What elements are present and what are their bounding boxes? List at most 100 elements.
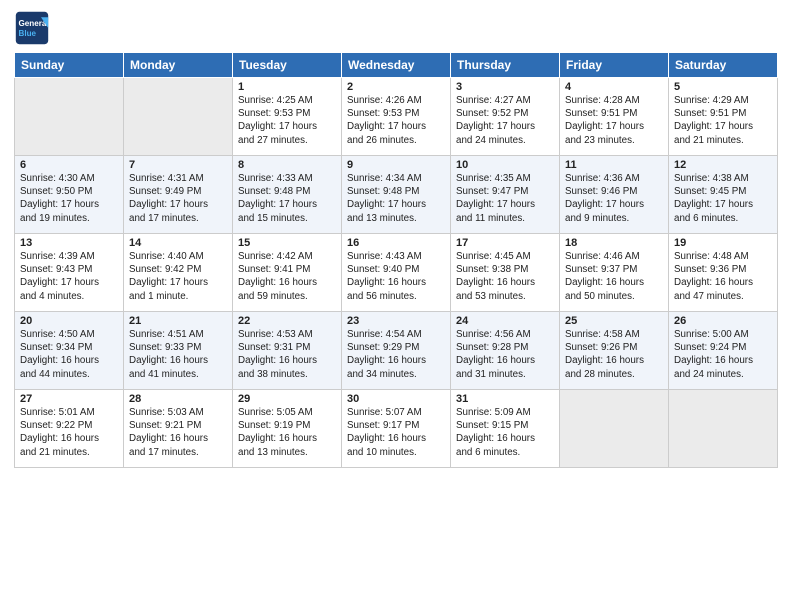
calendar-cell	[669, 390, 778, 468]
day-number: 30	[347, 393, 445, 405]
day-info: Sunrise: 5:09 AM Sunset: 9:15 PM Dayligh…	[456, 406, 554, 459]
page: General Blue SundayMondayTuesdayWednesda…	[0, 0, 792, 612]
day-info: Sunrise: 4:40 AM Sunset: 9:42 PM Dayligh…	[129, 250, 227, 303]
day-info: Sunrise: 4:53 AM Sunset: 9:31 PM Dayligh…	[238, 328, 336, 381]
day-number: 16	[347, 237, 445, 249]
day-number: 6	[20, 159, 118, 171]
day-info: Sunrise: 4:43 AM Sunset: 9:40 PM Dayligh…	[347, 250, 445, 303]
calendar-cell	[124, 78, 233, 156]
day-number: 20	[20, 315, 118, 327]
weekday-header-wednesday: Wednesday	[342, 53, 451, 78]
header: General Blue	[14, 10, 778, 46]
day-number: 2	[347, 81, 445, 93]
day-number: 27	[20, 393, 118, 405]
logo-icon: General Blue	[14, 10, 50, 46]
svg-text:Blue: Blue	[19, 29, 37, 38]
calendar-cell: 15Sunrise: 4:42 AM Sunset: 9:41 PM Dayli…	[233, 234, 342, 312]
day-number: 24	[456, 315, 554, 327]
calendar-cell: 1Sunrise: 4:25 AM Sunset: 9:53 PM Daylig…	[233, 78, 342, 156]
calendar-row-0: 1Sunrise: 4:25 AM Sunset: 9:53 PM Daylig…	[15, 78, 778, 156]
day-number: 5	[674, 81, 772, 93]
day-info: Sunrise: 5:01 AM Sunset: 9:22 PM Dayligh…	[20, 406, 118, 459]
calendar-cell: 20Sunrise: 4:50 AM Sunset: 9:34 PM Dayli…	[15, 312, 124, 390]
day-number: 7	[129, 159, 227, 171]
weekday-header-thursday: Thursday	[451, 53, 560, 78]
day-info: Sunrise: 4:56 AM Sunset: 9:28 PM Dayligh…	[456, 328, 554, 381]
calendar-cell: 27Sunrise: 5:01 AM Sunset: 9:22 PM Dayli…	[15, 390, 124, 468]
day-number: 31	[456, 393, 554, 405]
day-number: 28	[129, 393, 227, 405]
day-info: Sunrise: 4:31 AM Sunset: 9:49 PM Dayligh…	[129, 172, 227, 225]
day-info: Sunrise: 4:45 AM Sunset: 9:38 PM Dayligh…	[456, 250, 554, 303]
day-info: Sunrise: 5:03 AM Sunset: 9:21 PM Dayligh…	[129, 406, 227, 459]
day-number: 22	[238, 315, 336, 327]
day-info: Sunrise: 4:48 AM Sunset: 9:36 PM Dayligh…	[674, 250, 772, 303]
calendar-cell: 21Sunrise: 4:51 AM Sunset: 9:33 PM Dayli…	[124, 312, 233, 390]
calendar-row-3: 20Sunrise: 4:50 AM Sunset: 9:34 PM Dayli…	[15, 312, 778, 390]
day-info: Sunrise: 4:36 AM Sunset: 9:46 PM Dayligh…	[565, 172, 663, 225]
day-info: Sunrise: 4:30 AM Sunset: 9:50 PM Dayligh…	[20, 172, 118, 225]
calendar-cell: 2Sunrise: 4:26 AM Sunset: 9:53 PM Daylig…	[342, 78, 451, 156]
calendar-cell: 3Sunrise: 4:27 AM Sunset: 9:52 PM Daylig…	[451, 78, 560, 156]
weekday-header-friday: Friday	[560, 53, 669, 78]
day-number: 21	[129, 315, 227, 327]
day-number: 4	[565, 81, 663, 93]
calendar-cell: 4Sunrise: 4:28 AM Sunset: 9:51 PM Daylig…	[560, 78, 669, 156]
day-info: Sunrise: 4:34 AM Sunset: 9:48 PM Dayligh…	[347, 172, 445, 225]
day-number: 9	[347, 159, 445, 171]
calendar-cell: 12Sunrise: 4:38 AM Sunset: 9:45 PM Dayli…	[669, 156, 778, 234]
day-info: Sunrise: 4:54 AM Sunset: 9:29 PM Dayligh…	[347, 328, 445, 381]
calendar-cell: 18Sunrise: 4:46 AM Sunset: 9:37 PM Dayli…	[560, 234, 669, 312]
calendar-cell: 10Sunrise: 4:35 AM Sunset: 9:47 PM Dayli…	[451, 156, 560, 234]
day-info: Sunrise: 4:38 AM Sunset: 9:45 PM Dayligh…	[674, 172, 772, 225]
day-info: Sunrise: 4:27 AM Sunset: 9:52 PM Dayligh…	[456, 94, 554, 147]
day-info: Sunrise: 4:26 AM Sunset: 9:53 PM Dayligh…	[347, 94, 445, 147]
day-info: Sunrise: 4:29 AM Sunset: 9:51 PM Dayligh…	[674, 94, 772, 147]
weekday-header-saturday: Saturday	[669, 53, 778, 78]
day-number: 12	[674, 159, 772, 171]
calendar-cell: 17Sunrise: 4:45 AM Sunset: 9:38 PM Dayli…	[451, 234, 560, 312]
calendar-row-1: 6Sunrise: 4:30 AM Sunset: 9:50 PM Daylig…	[15, 156, 778, 234]
day-info: Sunrise: 5:00 AM Sunset: 9:24 PM Dayligh…	[674, 328, 772, 381]
calendar-cell: 14Sunrise: 4:40 AM Sunset: 9:42 PM Dayli…	[124, 234, 233, 312]
day-number: 15	[238, 237, 336, 249]
calendar-row-2: 13Sunrise: 4:39 AM Sunset: 9:43 PM Dayli…	[15, 234, 778, 312]
day-number: 23	[347, 315, 445, 327]
calendar-cell: 24Sunrise: 4:56 AM Sunset: 9:28 PM Dayli…	[451, 312, 560, 390]
calendar-cell: 23Sunrise: 4:54 AM Sunset: 9:29 PM Dayli…	[342, 312, 451, 390]
day-info: Sunrise: 4:51 AM Sunset: 9:33 PM Dayligh…	[129, 328, 227, 381]
day-info: Sunrise: 4:28 AM Sunset: 9:51 PM Dayligh…	[565, 94, 663, 147]
calendar-cell: 25Sunrise: 4:58 AM Sunset: 9:26 PM Dayli…	[560, 312, 669, 390]
day-number: 10	[456, 159, 554, 171]
calendar-cell: 31Sunrise: 5:09 AM Sunset: 9:15 PM Dayli…	[451, 390, 560, 468]
calendar-cell: 19Sunrise: 4:48 AM Sunset: 9:36 PM Dayli…	[669, 234, 778, 312]
calendar-cell: 11Sunrise: 4:36 AM Sunset: 9:46 PM Dayli…	[560, 156, 669, 234]
day-info: Sunrise: 5:07 AM Sunset: 9:17 PM Dayligh…	[347, 406, 445, 459]
calendar-cell: 7Sunrise: 4:31 AM Sunset: 9:49 PM Daylig…	[124, 156, 233, 234]
calendar-cell: 30Sunrise: 5:07 AM Sunset: 9:17 PM Dayli…	[342, 390, 451, 468]
calendar-cell: 8Sunrise: 4:33 AM Sunset: 9:48 PM Daylig…	[233, 156, 342, 234]
day-number: 26	[674, 315, 772, 327]
day-number: 3	[456, 81, 554, 93]
calendar-cell: 22Sunrise: 4:53 AM Sunset: 9:31 PM Dayli…	[233, 312, 342, 390]
day-info: Sunrise: 4:33 AM Sunset: 9:48 PM Dayligh…	[238, 172, 336, 225]
day-number: 29	[238, 393, 336, 405]
day-info: Sunrise: 4:25 AM Sunset: 9:53 PM Dayligh…	[238, 94, 336, 147]
day-info: Sunrise: 4:46 AM Sunset: 9:37 PM Dayligh…	[565, 250, 663, 303]
day-info: Sunrise: 5:05 AM Sunset: 9:19 PM Dayligh…	[238, 406, 336, 459]
weekday-header-monday: Monday	[124, 53, 233, 78]
weekday-header-sunday: Sunday	[15, 53, 124, 78]
day-number: 19	[674, 237, 772, 249]
logo: General Blue	[14, 10, 50, 46]
day-number: 1	[238, 81, 336, 93]
calendar-cell	[15, 78, 124, 156]
weekday-header-tuesday: Tuesday	[233, 53, 342, 78]
day-info: Sunrise: 4:35 AM Sunset: 9:47 PM Dayligh…	[456, 172, 554, 225]
calendar-row-4: 27Sunrise: 5:01 AM Sunset: 9:22 PM Dayli…	[15, 390, 778, 468]
calendar-cell: 28Sunrise: 5:03 AM Sunset: 9:21 PM Dayli…	[124, 390, 233, 468]
calendar-cell: 26Sunrise: 5:00 AM Sunset: 9:24 PM Dayli…	[669, 312, 778, 390]
calendar-cell	[560, 390, 669, 468]
day-number: 8	[238, 159, 336, 171]
day-number: 14	[129, 237, 227, 249]
day-info: Sunrise: 4:42 AM Sunset: 9:41 PM Dayligh…	[238, 250, 336, 303]
